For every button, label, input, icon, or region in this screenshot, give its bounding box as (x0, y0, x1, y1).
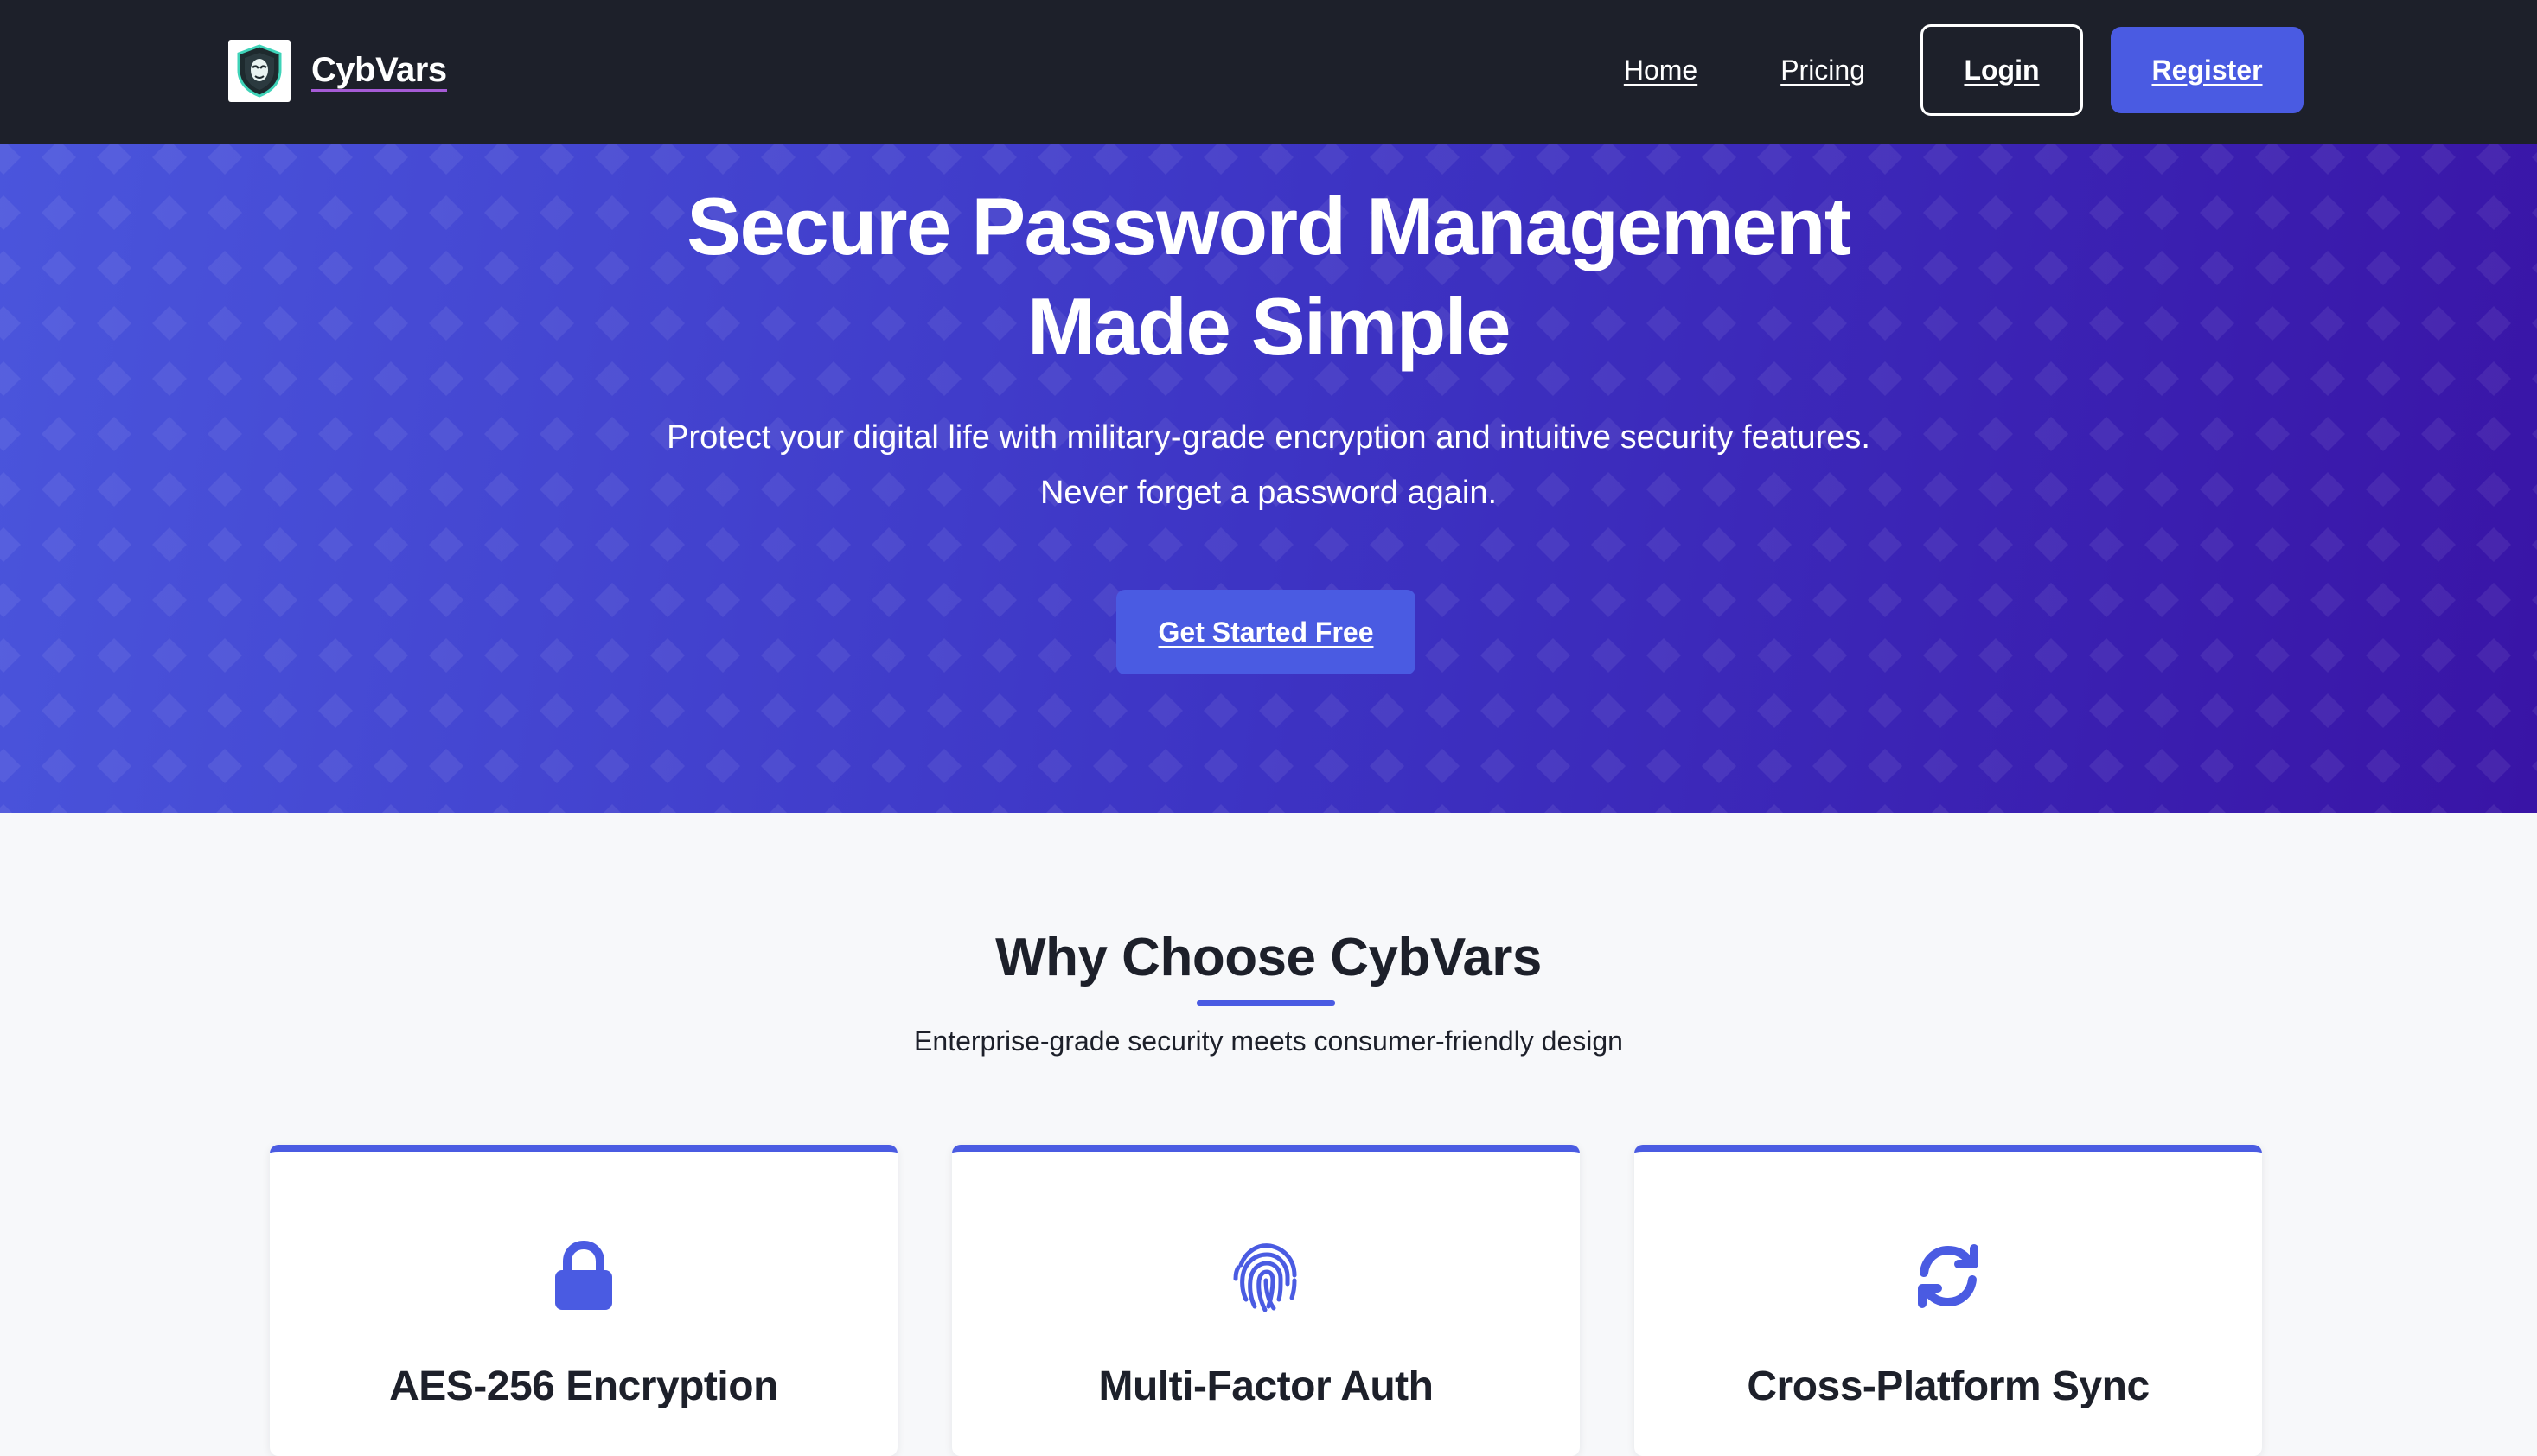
hero-subtitle-line-2: Never forget a password again. (1039, 475, 1498, 511)
hero-subtitle: Protect your digital life with military-… (0, 410, 2537, 520)
hero-title: Secure Password Management Made Simple (0, 176, 2537, 377)
nav-links: Home Pricing Login Register (1624, 24, 2304, 116)
feature-card-encryption: AES-256 Encryption (270, 1145, 898, 1456)
hero-title-line-2: Made Simple (1026, 281, 1511, 372)
shield-logo-icon (228, 40, 291, 102)
register-button-label: Register (2151, 54, 2263, 86)
hero-section: Secure Password Management Made Simple P… (0, 144, 2537, 813)
feature-card-title: AES-256 Encryption (389, 1363, 778, 1409)
brand-name: CybVars (311, 51, 447, 92)
nav-link-pricing[interactable]: Pricing (1780, 54, 1865, 86)
features-title-underline (1197, 1000, 1335, 1006)
lock-icon (270, 1235, 898, 1318)
register-button[interactable]: Register (2111, 27, 2304, 113)
fingerprint-icon (952, 1235, 1580, 1318)
hero-title-line-1: Secure Password Management (687, 181, 1851, 271)
get-started-button[interactable]: Get Started Free (1116, 590, 1415, 674)
nav-link-home[interactable]: Home (1624, 54, 1697, 86)
navbar: CybVars Home Pricing Login Register (0, 0, 2537, 144)
features-subtitle: Enterprise-grade security meets consumer… (914, 1025, 1623, 1057)
feature-card-mfa: Multi-Factor Auth (952, 1145, 1580, 1456)
get-started-button-label: Get Started Free (1158, 616, 1374, 648)
login-button-label: Login (1964, 54, 2040, 86)
feature-card-sync: Cross-Platform Sync (1634, 1145, 2262, 1456)
brand[interactable]: CybVars (228, 40, 447, 102)
feature-card-title: Multi-Factor Auth (1098, 1363, 1434, 1409)
features-title: Why Choose CybVars (995, 928, 1542, 987)
feature-card-title: Cross-Platform Sync (1747, 1363, 2150, 1409)
login-button[interactable]: Login (1920, 24, 2083, 116)
hero-subtitle-line-1: Protect your digital life with military-… (667, 419, 1870, 456)
sync-icon (1634, 1235, 2262, 1318)
